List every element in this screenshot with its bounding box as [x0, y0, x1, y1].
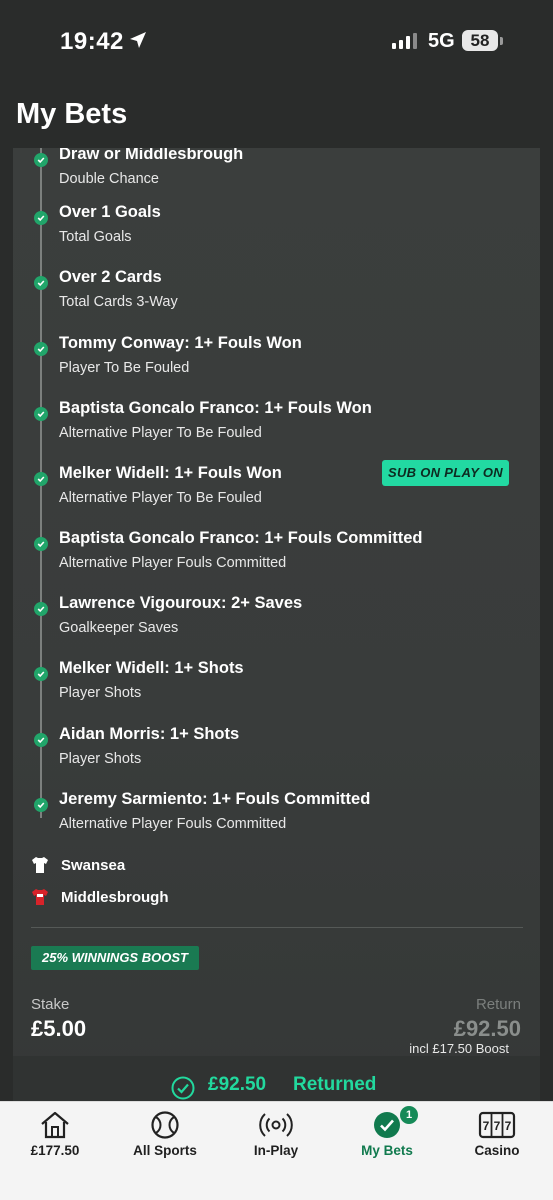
leg-market: Alternative Player To Be Fouled	[59, 490, 262, 506]
leg-selection: Baptista Goncalo Franco: 1+ Fouls Won	[59, 399, 372, 417]
returned-amount: £92.50	[208, 1074, 267, 1095]
tab-all-sports-label: All Sports	[133, 1143, 197, 1158]
check-icon	[34, 798, 48, 812]
return-value: £92.50	[453, 1016, 521, 1041]
sub-on-play-on-badge[interactable]: SUB ON PLAY ON	[382, 460, 509, 486]
leg-selection: Melker Widell: 1+ Fouls Won	[59, 464, 282, 482]
check-icon	[34, 733, 48, 747]
bet-leg: Over 2 Cards Total Cards 3-Way	[13, 268, 540, 336]
tab-in-play[interactable]: In-Play	[221, 1102, 331, 1172]
stake-value: £5.00	[31, 1016, 87, 1041]
leg-market: Player Shots	[59, 751, 142, 767]
bet-card[interactable]: Draw or Middlesbrough Double Chance Over…	[13, 148, 540, 1108]
red-shirt-icon	[32, 889, 48, 905]
team-home: Swansea	[30, 854, 125, 876]
team-away-name: Middlesbrough	[61, 888, 169, 906]
tab-casino[interactable]: 7 7 7 Casino	[442, 1102, 552, 1172]
winnings-boost-badge: 25% WINNINGS BOOST	[31, 946, 199, 970]
bet-leg: Baptista Goncalo Franco: 1+ Fouls Commit…	[13, 529, 540, 597]
divider	[31, 927, 523, 928]
tab-all-sports[interactable]: All Sports	[110, 1102, 220, 1172]
svg-text:7: 7	[483, 1119, 490, 1133]
check-icon	[34, 407, 48, 421]
check-circle-icon	[171, 1076, 195, 1100]
network-label: 5G	[428, 30, 455, 52]
battery-nub	[500, 37, 503, 45]
home-icon	[41, 1111, 69, 1139]
bottom-tab-bar: £177.50 All Sports In-Play My Bets 1 7 7…	[0, 1101, 553, 1200]
leg-market: Goalkeeper Saves	[59, 620, 179, 636]
leg-market: Alternative Player Fouls Committed	[59, 816, 287, 832]
check-icon	[34, 276, 48, 290]
broadcast-icon	[259, 1113, 293, 1137]
leg-market: Total Cards 3-Way	[59, 294, 178, 310]
svg-text:7: 7	[505, 1119, 512, 1133]
status-time: 19:42	[60, 28, 124, 55]
signal-icon	[392, 33, 417, 49]
slot-machine-icon: 7 7 7	[478, 1111, 516, 1139]
returned-label: Returned	[293, 1074, 377, 1095]
return-label: Return	[475, 996, 521, 1013]
tab-balance[interactable]: £177.50	[0, 1102, 110, 1172]
bet-leg: Jeremy Sarmiento: 1+ Fouls Committed Alt…	[13, 790, 540, 858]
check-icon	[34, 602, 48, 616]
bet-leg: Melker Widell: 1+ Fouls Won Alternative …	[13, 460, 540, 532]
check-icon	[34, 211, 48, 225]
team-away: Middlesbrough	[30, 886, 169, 908]
tab-in-play-label: In-Play	[253, 1143, 299, 1158]
bet-leg: Lawrence Vigouroux: 2+ Saves Goalkeeper …	[13, 594, 540, 662]
leg-market: Player To Be Fouled	[59, 360, 190, 376]
svg-text:7: 7	[494, 1119, 501, 1133]
bet-leg: Melker Widell: 1+ Shots Player Shots	[13, 659, 540, 727]
check-icon	[34, 667, 48, 681]
team-home-name: Swansea	[61, 856, 126, 874]
leg-selection: Jeremy Sarmiento: 1+ Fouls Committed	[59, 790, 371, 808]
leg-market: Player Shots	[59, 685, 142, 701]
leg-market: Alternative Player Fouls Committed	[59, 555, 287, 571]
tab-balance-label: £177.50	[30, 1143, 80, 1158]
leg-selection: Aidan Morris: 1+ Shots	[59, 725, 240, 743]
leg-selection: Tommy Conway: 1+ Fouls Won	[59, 334, 302, 352]
leg-market: Double Chance	[59, 171, 159, 187]
battery-icon: 58	[462, 30, 498, 51]
check-icon	[34, 537, 48, 551]
stake-label: Stake	[31, 996, 70, 1013]
leg-market: Total Goals	[59, 229, 132, 245]
location-arrow-icon	[130, 32, 146, 48]
tab-my-bets-label: My Bets	[361, 1143, 413, 1158]
my-bets-count-badge: 1	[400, 1106, 418, 1124]
ball-icon	[151, 1111, 179, 1139]
check-icon	[34, 153, 48, 167]
bet-leg: Tommy Conway: 1+ Fouls Won Player To Be …	[13, 334, 540, 402]
check-icon	[34, 472, 48, 486]
bet-leg: Over 1 Goals Total Goals	[13, 203, 540, 271]
bet-leg: Baptista Goncalo Franco: 1+ Fouls Won Al…	[13, 399, 540, 467]
check-icon	[34, 342, 48, 356]
leg-selection: Over 1 Goals	[59, 203, 161, 221]
page-header: My Bets	[0, 80, 553, 148]
bet-leg: Aidan Morris: 1+ Shots Player Shots	[13, 725, 540, 793]
leg-selection: Lawrence Vigouroux: 2+ Saves	[59, 594, 303, 612]
tab-casino-label: Casino	[474, 1143, 520, 1158]
leg-selection: Draw or Middlesbrough	[59, 148, 244, 163]
white-shirt-icon	[32, 857, 48, 873]
tab-my-bets[interactable]: My Bets	[332, 1102, 442, 1172]
leg-selection: Melker Widell: 1+ Shots	[59, 659, 244, 677]
status-bar: 19:42 5G 58	[0, 0, 553, 80]
leg-market: Alternative Player To Be Fouled	[59, 425, 262, 441]
leg-selection: Over 2 Cards	[59, 268, 162, 286]
boost-note: incl £17.50 Boost	[409, 1041, 509, 1056]
leg-selection: Baptista Goncalo Franco: 1+ Fouls Commit…	[59, 529, 423, 547]
check-circle-icon	[374, 1112, 400, 1138]
page-title: My Bets	[16, 98, 128, 130]
